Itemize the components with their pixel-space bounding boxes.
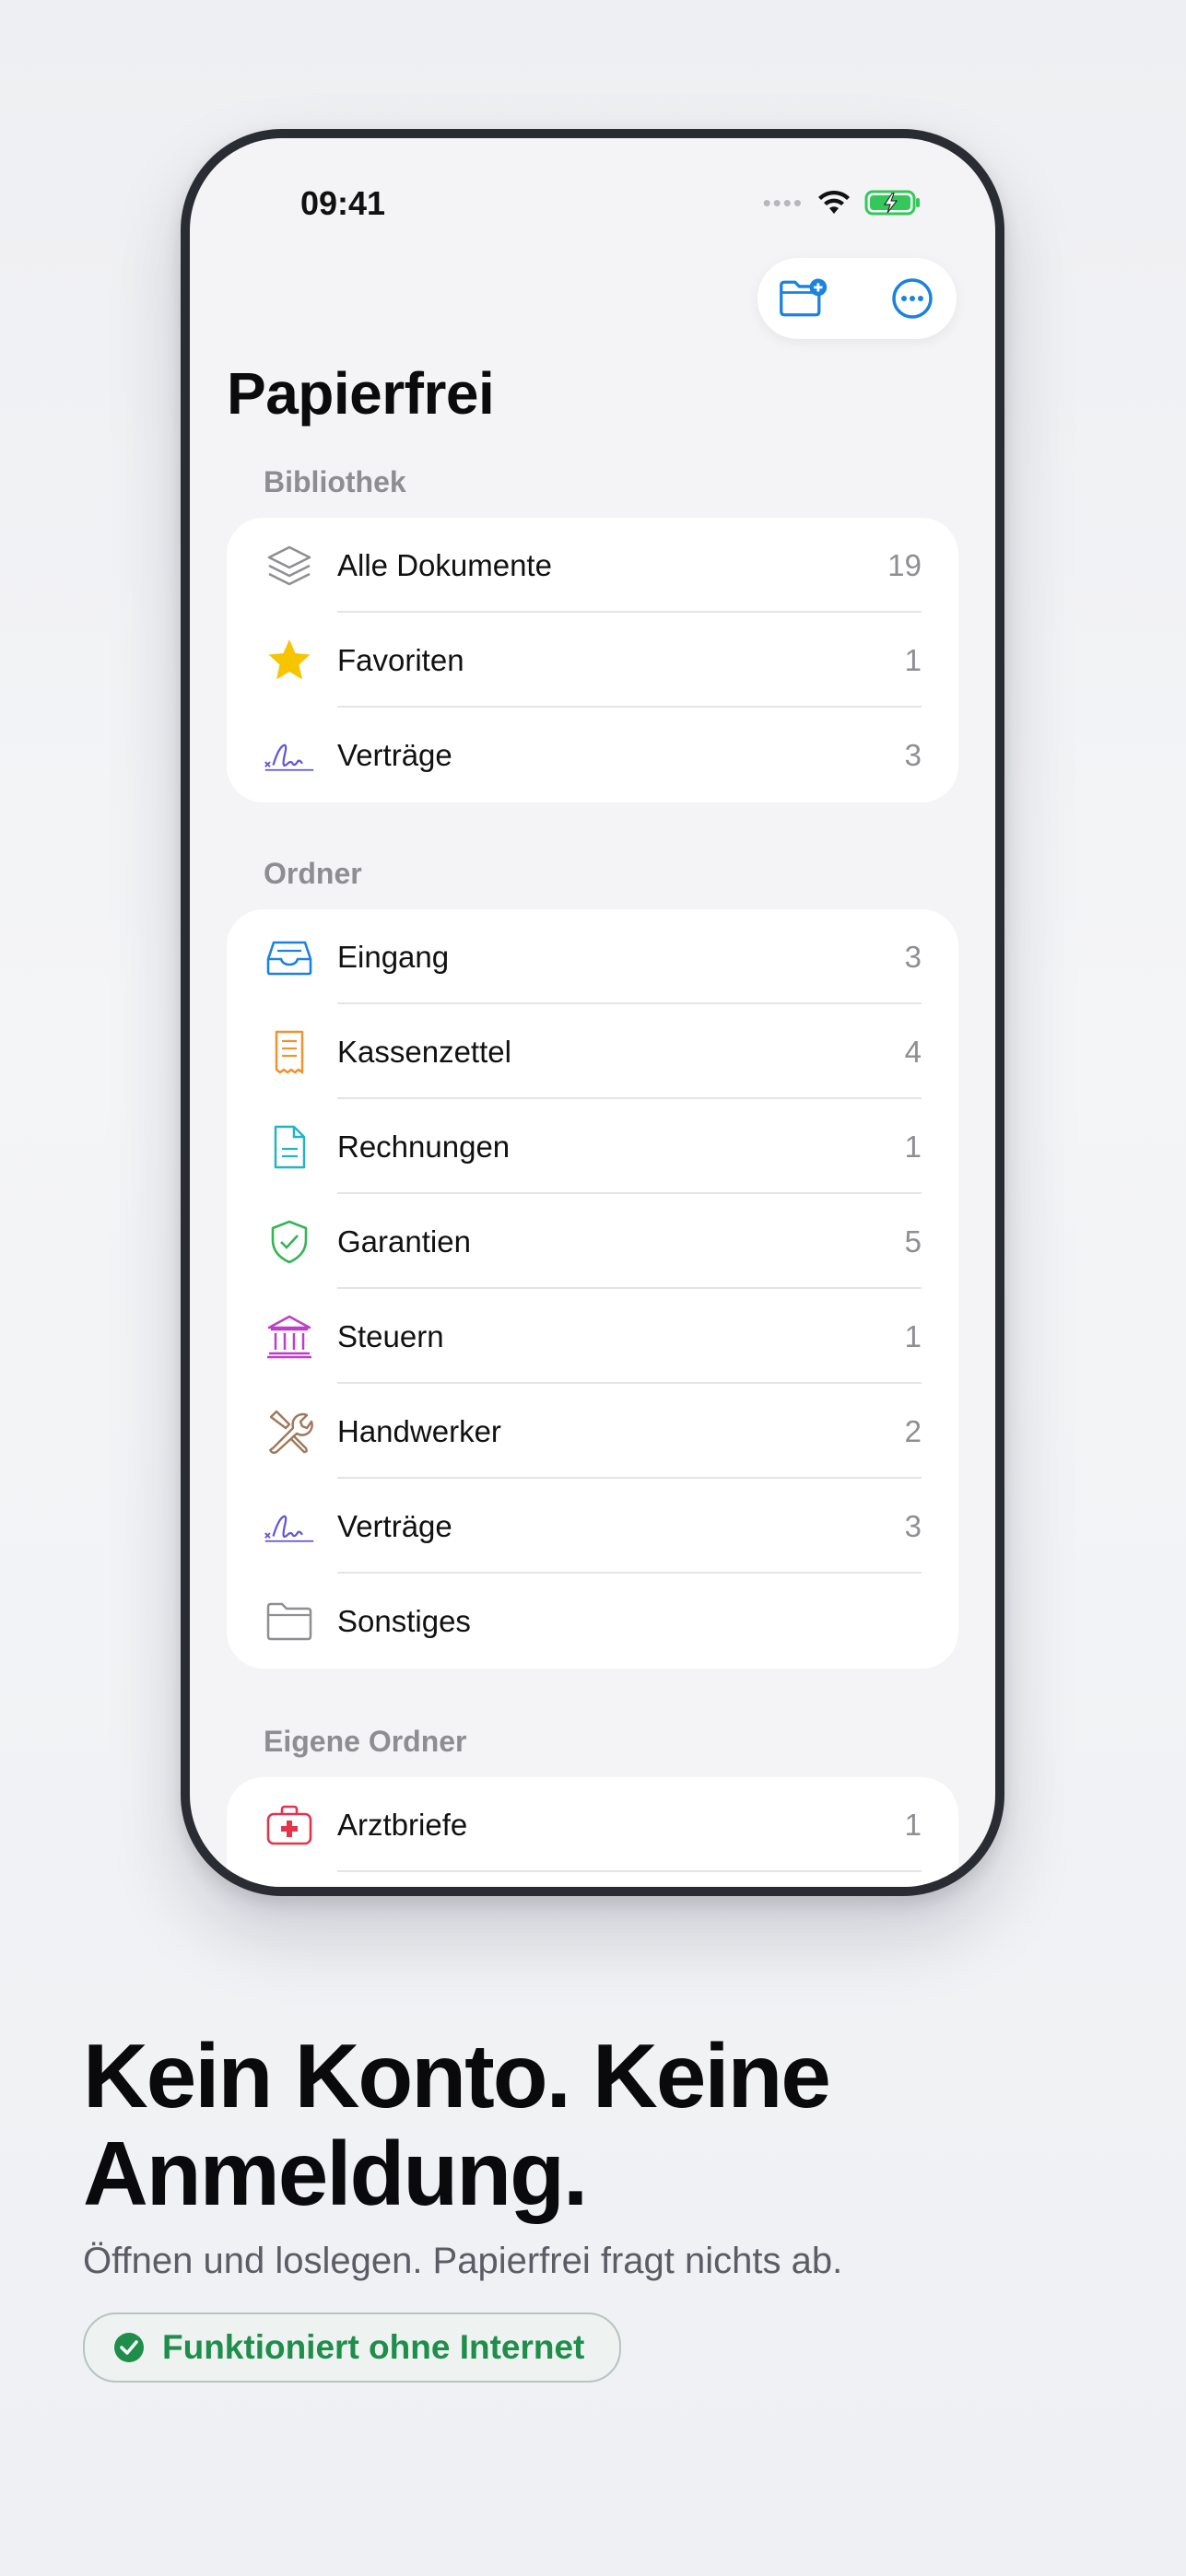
section-label-library: Bibliothek [264,465,406,498]
custom-folder-item-doctor-letters[interactable]: Arztbriefe 1 [227,1777,958,1872]
phone-frame: 09:41 •••• Papierfrei Bibliothek Alle Do… [181,129,1004,1896]
document-icon [264,1121,315,1173]
list-item-count: 5 [904,1224,922,1259]
folder-item-inbox[interactable]: Eingang 3 [227,909,958,1004]
list-item-count: 1 [904,1129,922,1164]
list-item-label: Kassenzettel [337,1034,511,1069]
section-label-custom-folders: Eigene Ordner [264,1725,467,1758]
medical-kit-icon [264,1799,315,1851]
wifi-icon [818,190,850,214]
signal-dots-icon: •••• [762,188,804,217]
headline-line-1: Kein Konto. Keine [83,2025,831,2126]
signature-icon [264,730,315,781]
checkmark-circle-icon [114,2333,144,2362]
list-item-label: Steuern [337,1318,444,1353]
folder-plus-icon [780,278,828,317]
status-icons: •••• [763,184,922,221]
list-item-count: 4 [904,1034,922,1069]
folder-item-contracts[interactable]: Verträge 3 [227,1479,958,1574]
list-item-count: 3 [904,1508,922,1543]
marketing-headline: Kein Konto. Keine Anmeldung. [83,2027,1097,2222]
inbox-tray-icon [264,931,315,983]
list-item-label: Sonstiges [337,1603,471,1638]
headline-line-2: Anmeldung. [83,2123,588,2224]
tools-icon [264,1406,315,1458]
library-card: Alle Dokumente 19 Favoriten 1 Verträge 3 [227,518,958,802]
list-item-label: Handwerker [337,1413,501,1448]
toolbar [757,258,957,339]
status-time: 09:41 [300,184,386,222]
row-divider [337,1870,922,1872]
more-button[interactable] [887,273,938,324]
shield-check-icon [264,1216,315,1268]
bank-icon [264,1311,315,1363]
list-item-count: 1 [904,1807,922,1842]
list-item-count: 3 [904,737,922,772]
list-item-count: 1 [904,642,922,677]
list-item-label: Alle Dokumente [337,547,552,582]
library-item-favorites[interactable]: Favoriten 1 [227,613,958,708]
list-item-label: Arztbriefe [337,1807,468,1842]
folder-item-warranties[interactable]: Garantien 5 [227,1194,958,1289]
list-item-label: Verträge [337,1508,452,1543]
ellipsis-circle-icon [892,278,933,319]
new-folder-button[interactable] [778,273,829,324]
list-item-label: Garantien [337,1224,471,1259]
folder-item-taxes[interactable]: Steuern 1 [227,1289,958,1384]
list-item-count: 2 [904,1413,922,1448]
list-item-label: Eingang [337,939,450,974]
receipt-icon [264,1026,315,1078]
page-title: Papierfrei [227,360,495,427]
custom-folders-card: Arztbriefe 1 [227,1777,958,1887]
layers-icon [264,540,315,591]
list-item-count: 1 [904,1318,922,1353]
library-item-all-documents[interactable]: Alle Dokumente 19 [227,518,958,613]
signature-icon [264,1501,315,1552]
folder-item-craftsmen[interactable]: Handwerker 2 [227,1384,958,1479]
offline-badge: Funktioniert ohne Internet [83,2313,622,2383]
battery-charging-icon [864,190,920,216]
folder-item-misc[interactable]: Sonstiges [227,1574,958,1669]
folders-card: Eingang 3 Kassenzettel 4 Rechnungen 1 Ga… [227,909,958,1669]
list-item-label: Favoriten [337,642,464,677]
library-item-contracts[interactable]: Verträge 3 [227,708,958,802]
marketing-subline: Öffnen und loslegen. Papierfrei fragt ni… [83,2241,843,2281]
folder-item-receipts[interactable]: Kassenzettel 4 [227,1004,958,1099]
section-label-folders: Ordner [264,857,362,890]
list-item-label: Rechnungen [337,1129,511,1164]
list-item-count: 3 [904,939,922,974]
folder-icon [264,1596,315,1647]
badge-label: Funktioniert ohne Internet [162,2328,585,2366]
star-icon [264,635,315,686]
app-screen: 09:41 •••• Papierfrei Bibliothek Alle Do… [190,138,995,1887]
list-item-label: Verträge [337,737,452,772]
list-item-count: 19 [887,547,922,582]
folder-item-invoices[interactable]: Rechnungen 1 [227,1099,958,1194]
